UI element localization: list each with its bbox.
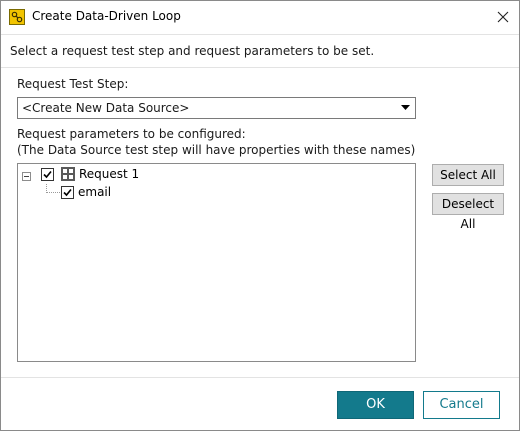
- close-button[interactable]: [487, 1, 519, 33]
- close-icon: [497, 11, 509, 23]
- collapse-icon[interactable]: [22, 172, 31, 181]
- chevron-down-icon: [401, 105, 410, 110]
- tree-node-label: Request 1: [79, 167, 140, 181]
- request-test-step-dropdown[interactable]: <Create New Data Source>: [17, 97, 416, 119]
- request-checkbox[interactable]: [41, 167, 54, 181]
- tree-node-email[interactable]: email: [61, 183, 111, 201]
- request-test-step-label: Request Test Step:: [17, 77, 129, 91]
- parameters-label: Request parameters to be configured:: [17, 127, 246, 141]
- tree-connector-line: [46, 192, 60, 193]
- footer-divider: [1, 377, 519, 378]
- parameters-tree: Request 1 email: [17, 163, 416, 362]
- dropdown-selected-value: <Create New Data Source>: [22, 101, 190, 115]
- email-checkbox[interactable]: [61, 185, 74, 199]
- checkmark-icon: [43, 170, 52, 178]
- soapui-app-icon: [9, 9, 25, 25]
- checkmark-icon: [63, 188, 72, 196]
- select-all-button[interactable]: Select All: [432, 164, 504, 186]
- request-icon: [61, 167, 75, 181]
- instruction-text: Select a request test step and request p…: [10, 44, 375, 58]
- title-bar: Create Data-Driven Loop: [1, 1, 519, 33]
- instruction-banner: Select a request test step and request p…: [1, 34, 519, 68]
- dialog-window: Create Data-Driven Loop Select a request…: [0, 0, 520, 431]
- ok-button[interactable]: OK: [337, 391, 414, 419]
- tree-node-label: email: [78, 185, 112, 199]
- parameters-sublabel: (The Data Source test step will have pro…: [17, 143, 416, 157]
- tree-node-request[interactable]: Request 1: [41, 165, 139, 183]
- cancel-button[interactable]: Cancel: [423, 391, 500, 419]
- deselect-all-button[interactable]: Deselect All: [432, 193, 504, 231]
- window-title: Create Data-Driven Loop: [32, 9, 181, 23]
